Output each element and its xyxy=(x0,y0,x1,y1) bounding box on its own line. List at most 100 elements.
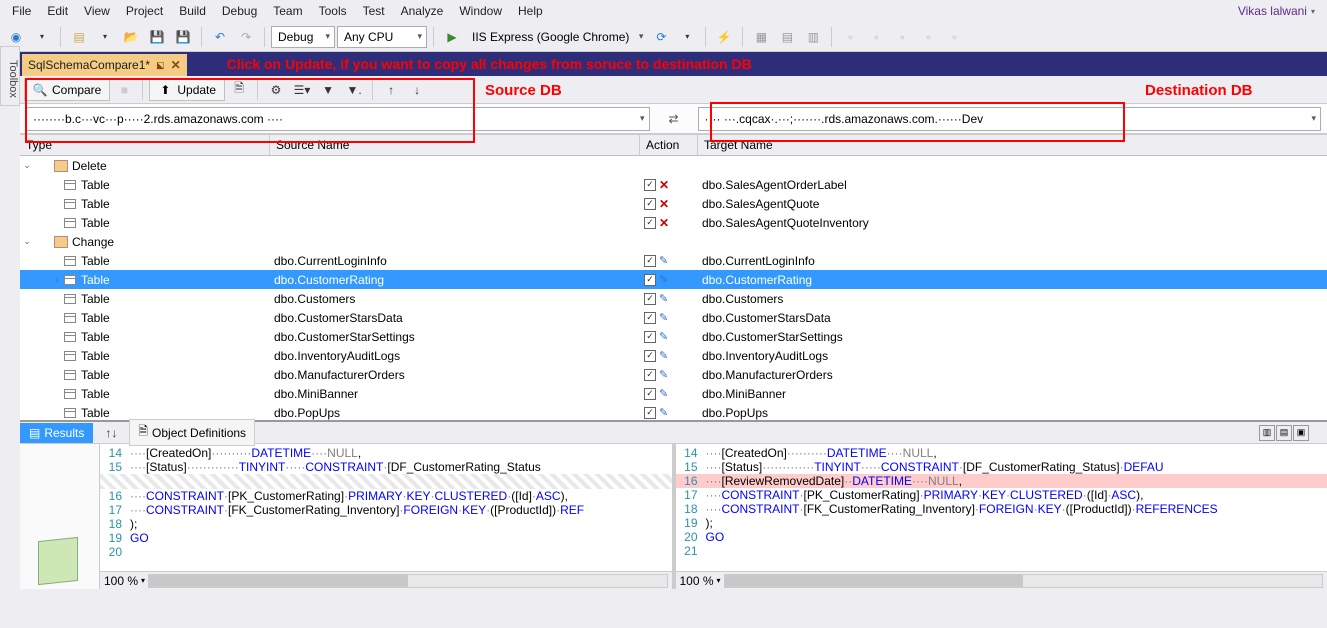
platform-dropdown[interactable]: Any CPU xyxy=(337,26,427,48)
left-pane: 14····[CreatedOn]··········DATETIME····N… xyxy=(20,444,676,589)
layout-full-icon[interactable]: ▣ xyxy=(1293,425,1309,441)
source-db-dropdown[interactable]: ········b.c···vc···p·····2.rds.amazonaws… xyxy=(26,107,650,131)
new-dropdown-icon[interactable]: ▾ xyxy=(93,25,117,49)
menu-test[interactable]: Test xyxy=(355,2,393,20)
new-file-icon[interactable]: ▤ xyxy=(67,25,91,49)
minimap[interactable] xyxy=(20,444,100,589)
table-row[interactable]: Tabledbo.MiniBanner✓✎dbo.MiniBanner xyxy=(20,384,1327,403)
nav-back-icon[interactable]: ◉ xyxy=(4,25,28,49)
right-hscroll[interactable] xyxy=(724,574,1323,588)
sort-icon[interactable]: ↑↓ xyxy=(99,421,123,445)
col-source[interactable]: Source Name xyxy=(270,135,640,155)
menu-build[interactable]: Build xyxy=(171,2,214,20)
bottom-pane-tabs: ▤ Results ↑↓ 🗎 Object Definitions ▥ ▤ ▣ xyxy=(20,422,1327,444)
right-pane: 14····[CreatedOn]··········DATETIME····N… xyxy=(676,444,1327,589)
code-diff-splitter: 14····[CreatedOn]··········DATETIME····N… xyxy=(20,444,1327,589)
col-target[interactable]: Target Name xyxy=(698,135,1327,155)
compare-label: Compare xyxy=(52,83,101,97)
menu-help[interactable]: Help xyxy=(510,2,551,20)
toolbox-tab[interactable]: Toolbox xyxy=(0,46,20,106)
update-button[interactable]: ⬆ Update xyxy=(149,79,225,101)
menu-analyze[interactable]: Analyze xyxy=(393,2,452,20)
group-row[interactable]: ⌄Delete xyxy=(20,156,1327,175)
col-action[interactable]: Action xyxy=(640,135,698,155)
gear-icon[interactable]: ⚙ xyxy=(264,78,288,102)
pane-layout-buttons: ▥ ▤ ▣ xyxy=(1259,425,1309,441)
main-toolbar: ◉ ▾ ▤ ▾ 📂 💾 💾 ↶ ↷ Debug Any CPU ▶ IIS Ex… xyxy=(0,22,1327,52)
filter2-icon[interactable]: ▼. xyxy=(342,78,366,102)
definitions-label: Object Definitions xyxy=(152,426,246,440)
compare-button[interactable]: 🔍 Compare xyxy=(24,79,110,101)
layout2-icon[interactable]: ▤ xyxy=(775,25,799,49)
prev-icon[interactable]: ↑ xyxy=(379,78,403,102)
open-icon[interactable]: 📂 xyxy=(119,25,143,49)
next-icon[interactable]: ↓ xyxy=(405,78,429,102)
layout-v-icon[interactable]: ▤ xyxy=(1276,425,1292,441)
filter-icon[interactable]: ▼ xyxy=(316,78,340,102)
annotation-destination: Destination DB xyxy=(1145,82,1253,99)
table-row[interactable]: Tabledbo.CustomerStarsData✓✎dbo.Customer… xyxy=(20,308,1327,327)
left-hscroll[interactable] xyxy=(148,574,667,588)
right-code[interactable]: 14····[CreatedOn]··········DATETIME····N… xyxy=(676,444,1327,571)
annotation-update: Click on Update, if you want to copy all… xyxy=(227,56,752,72)
table-row[interactable]: Table✓✕dbo.SalesAgentOrderLabel xyxy=(20,175,1327,194)
table-row[interactable]: Tabledbo.ManufacturerOrders✓✎dbo.Manufac… xyxy=(20,365,1327,384)
db-selector-row: ········b.c···vc···p·····2.rds.amazonaws… xyxy=(20,104,1327,134)
run-icon[interactable]: ▶ xyxy=(440,25,464,49)
results-tab[interactable]: ▤ Results xyxy=(20,423,93,443)
group-icon[interactable]: ☰▾ xyxy=(290,78,314,102)
browser-link-icon[interactable]: ⚡ xyxy=(712,25,736,49)
ext4-icon[interactable]: ▫ xyxy=(916,25,940,49)
config-dropdown[interactable]: Debug xyxy=(271,26,335,48)
close-icon[interactable]: ✕ xyxy=(171,58,181,72)
refresh-drop-icon[interactable]: ▾ xyxy=(675,25,699,49)
save-all-icon[interactable]: 💾 xyxy=(171,25,195,49)
nav-dropdown-icon[interactable]: ▾ xyxy=(30,25,54,49)
definitions-tab[interactable]: 🗎 Object Definitions xyxy=(129,419,255,446)
ext2-icon[interactable]: ▫ xyxy=(864,25,888,49)
menu-project[interactable]: Project xyxy=(118,2,171,20)
menu-team[interactable]: Team xyxy=(265,2,310,20)
table-row[interactable]: Tabledbo.CurrentLoginInfo✓✎dbo.CurrentLo… xyxy=(20,251,1327,270)
document-tab[interactable]: SqlSchemaCompare1* ⬕ ✕ xyxy=(22,54,187,76)
results-icon: ▤ xyxy=(29,426,40,440)
layout3-icon[interactable]: ▥ xyxy=(801,25,825,49)
table-row[interactable]: ›Tabledbo.CustomerRating✓✎dbo.CustomerRa… xyxy=(20,270,1327,289)
table-row[interactable]: Table✓✕dbo.SalesAgentQuoteInventory xyxy=(20,213,1327,232)
undo-icon[interactable]: ↶ xyxy=(208,25,232,49)
table-row[interactable]: Tabledbo.Customers✓✎dbo.Customers xyxy=(20,289,1327,308)
zoom-value[interactable]: 100 % xyxy=(104,574,138,588)
redo-icon[interactable]: ↷ xyxy=(234,25,258,49)
menu-window[interactable]: Window xyxy=(451,2,510,20)
target-db-dropdown[interactable]: ···· ···.cqcax·.···;·······.rds.amazonaw… xyxy=(698,107,1322,131)
left-code[interactable]: 14····[CreatedOn]··········DATETIME····N… xyxy=(100,444,672,571)
save-icon[interactable]: 💾 xyxy=(145,25,169,49)
menu-edit[interactable]: Edit xyxy=(39,2,76,20)
script-icon: 🗎 xyxy=(138,422,148,443)
ext3-icon[interactable]: ▫ xyxy=(890,25,914,49)
table-row[interactable]: Table✓✕dbo.SalesAgentQuote xyxy=(20,194,1327,213)
group-row[interactable]: ⌄Change xyxy=(20,232,1327,251)
run-target-dropdown[interactable]: IIS Express (Google Chrome) xyxy=(466,26,647,48)
swap-icon[interactable]: ⇄ xyxy=(656,112,692,126)
table-row[interactable]: Tabledbo.InventoryAuditLogs✓✎dbo.Invento… xyxy=(20,346,1327,365)
pin-icon[interactable]: ⬕ xyxy=(156,60,165,71)
menu-tools[interactable]: Tools xyxy=(311,2,355,20)
col-type[interactable]: Type xyxy=(20,135,270,155)
ext5-icon[interactable]: ▫ xyxy=(942,25,966,49)
menu-view[interactable]: View xyxy=(76,2,118,20)
script-icon[interactable]: 🗎 xyxy=(227,78,251,102)
user-menu[interactable]: Vikas lalwani▾ xyxy=(1230,2,1323,20)
ext1-icon[interactable]: ▫ xyxy=(838,25,862,49)
table-row[interactable]: Tabledbo.CustomerStarSettings✓✎dbo.Custo… xyxy=(20,327,1327,346)
zoom-value[interactable]: 100 % xyxy=(680,574,714,588)
menu-debug[interactable]: Debug xyxy=(214,2,265,20)
menu-bar: FileEditViewProjectBuildDebugTeamToolsTe… xyxy=(0,0,1327,22)
layout1-icon[interactable]: ▦ xyxy=(749,25,773,49)
compare-toolbar: 🔍 Compare ■ ⬆ Update 🗎 ⚙ ☰▾ ▼ ▼. ↑ ↓ xyxy=(20,76,1327,104)
document-tab-strip: SqlSchemaCompare1* ⬕ ✕ Click on Update, … xyxy=(20,52,1327,76)
layout-h-icon[interactable]: ▥ xyxy=(1259,425,1275,441)
refresh-icon[interactable]: ⟳ xyxy=(649,25,673,49)
menu-file[interactable]: File xyxy=(4,2,39,20)
annotation-source: Source DB xyxy=(485,82,562,99)
